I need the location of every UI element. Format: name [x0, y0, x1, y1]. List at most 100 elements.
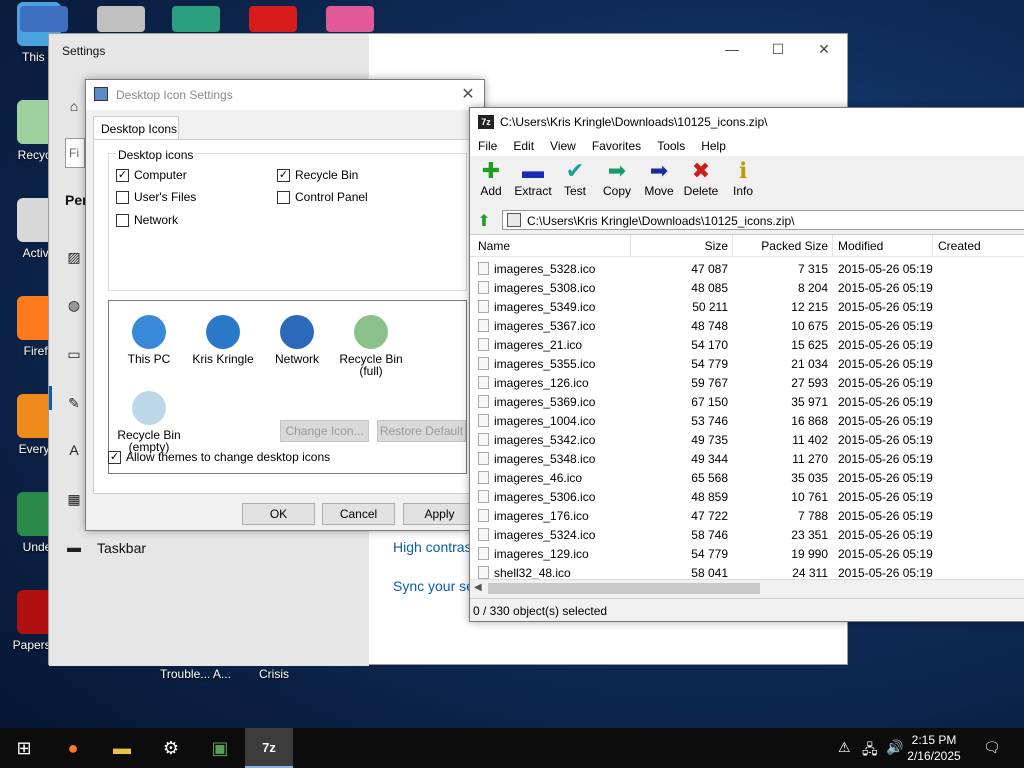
desktop-label-trouble[interactable]: Trouble... A...	[160, 667, 231, 681]
menu-item-help[interactable]: Help	[693, 136, 734, 156]
network-icon[interactable]: 🖧	[862, 739, 878, 763]
icon-list-item[interactable]: Recycle Bin (empty)	[109, 391, 189, 453]
minimize-button[interactable]: —	[709, 34, 755, 64]
desktop-app-icon[interactable]	[172, 6, 220, 32]
colors-icon[interactable]: ◍	[65, 297, 83, 315]
menu-item-tools[interactable]: Tools	[649, 136, 693, 156]
file-packed-size: 10 675	[791, 319, 828, 333]
sync-settings-link[interactable]: Sync your se	[393, 578, 474, 594]
clock[interactable]: 2:15 PM 2/16/2025	[904, 732, 964, 764]
settings-gear-icon[interactable]: ⚙	[147, 728, 195, 768]
table-row[interactable]: imageres_5324.ico 58 746 23 351 2015-05-26 …	[470, 525, 1024, 544]
checkbox-users-files-box[interactable]	[116, 190, 129, 204]
checkbox-recycle-bin-box[interactable]: ✓	[277, 168, 290, 182]
icon-list-item[interactable]: Network	[257, 315, 337, 365]
lock-screen-icon[interactable]: ▭	[65, 346, 83, 364]
horizontal-scrollbar[interactable]: ◀	[470, 579, 1024, 596]
checkbox-recycle-bin[interactable]: ✓ Recycle Bin	[277, 168, 358, 182]
table-row[interactable]: imageres_46.ico 65 568 35 035 2015-05-26 05…	[470, 468, 1024, 487]
toolbar-move-button[interactable]: ➡ Move	[636, 158, 682, 198]
table-row[interactable]: imageres_126.ico 59 767 27 593 2015-05-26 0…	[470, 373, 1024, 392]
desktop-app-icon[interactable]	[326, 6, 374, 32]
checkbox-computer[interactable]: ✓ Computer	[116, 168, 187, 182]
icon-list-item[interactable]: Kris Kringle	[183, 315, 263, 365]
taskbar-icon[interactable]: ▬	[65, 539, 83, 557]
fonts-icon[interactable]: A	[65, 442, 83, 460]
table-row[interactable]: imageres_5342.ico 49 735 11 402 2015-05-26 …	[470, 430, 1024, 449]
file-explorer-icon[interactable]: ▬	[98, 728, 146, 768]
apply-button[interactable]: Apply	[403, 503, 476, 525]
table-row[interactable]: imageres_5355.ico 54 779 21 034 2015-05-26 …	[470, 354, 1024, 373]
toolbar-extract-button[interactable]: ▬ Extract	[510, 158, 556, 198]
table-row[interactable]: imageres_5308.ico 48 085 8 204 2015-05-26 0…	[470, 278, 1024, 297]
desktop-app-icon[interactable]	[97, 6, 145, 32]
desktop-app-icon[interactable]	[20, 6, 68, 32]
menu-item-view[interactable]: View	[542, 136, 584, 156]
file-packed-size: 11 402	[792, 433, 828, 447]
desktop-label-crisis[interactable]: Crisis	[259, 667, 289, 681]
checkbox-network-box[interactable]	[116, 213, 129, 227]
high-contrast-link[interactable]: High contras	[393, 539, 472, 555]
firefox-icon[interactable]: ●	[49, 728, 97, 768]
toolbar-test-button[interactable]: ✔ Test	[552, 158, 598, 198]
table-row[interactable]: imageres_5369.ico 67 150 35 971 2015-05-26 …	[470, 392, 1024, 411]
ok-button[interactable]: OK	[242, 503, 315, 525]
icon-list-item[interactable]: Recycle Bin (full)	[331, 315, 411, 377]
checkbox-allow-themes-box[interactable]: ✓	[108, 450, 121, 464]
up-folder-icon[interactable]: ⬆	[474, 211, 494, 230]
menu-item-favorites[interactable]: Favorites	[584, 136, 649, 156]
table-row[interactable]: imageres_176.ico 47 722 7 788 2015-05-26 05…	[470, 506, 1024, 525]
scroll-left-icon[interactable]: ◀	[474, 582, 482, 593]
checkbox-control-panel-box[interactable]	[277, 190, 290, 204]
themes-icon[interactable]: ✎	[65, 395, 83, 413]
table-row[interactable]: imageres_129.ico 54 779 19 990 2015-05-26 0…	[470, 544, 1024, 563]
maximize-button[interactable]: ☐	[755, 34, 801, 64]
toolbar-info-button[interactable]: ℹ Info	[720, 158, 766, 198]
column-name[interactable]: Name	[478, 239, 510, 253]
column-size[interactable]: Size	[670, 239, 728, 253]
checkbox-control-panel[interactable]: Control Panel	[277, 190, 368, 204]
table-row[interactable]: imageres_5349.ico 50 211 12 215 2015-05-26 …	[470, 297, 1024, 316]
menu-item-file[interactable]: File	[470, 136, 505, 156]
dialog-close-button[interactable]: ✕	[458, 84, 478, 104]
menu-item-edit[interactable]: Edit	[505, 136, 542, 156]
column-packed-size[interactable]: Packed Size	[740, 239, 828, 253]
table-row[interactable]: imageres_5367.ico 48 748 10 675 2015-05-26 …	[470, 316, 1024, 335]
address-input[interactable]: C:\Users\Kris Kringle\Downloads\10125_ic…	[502, 210, 1024, 230]
table-row[interactable]: imageres_5328.ico 47 087 7 315 2015-05-26 0…	[470, 259, 1024, 278]
toolbar-copy-button[interactable]: ➡ Copy	[594, 158, 640, 198]
sidebar-item-taskbar[interactable]: Taskbar	[97, 540, 146, 556]
file-modified: 2015-05-26 05:19	[838, 395, 933, 409]
background-icon[interactable]: ▨	[65, 249, 83, 267]
toolbar-delete-button[interactable]: ✖ Delete	[678, 158, 724, 198]
start-icon[interactable]: ▦	[65, 491, 83, 509]
7zip-icon[interactable]: 7z	[245, 728, 293, 768]
scrollbar-thumb[interactable]	[488, 583, 760, 594]
tab-desktop-icons[interactable]: Desktop Icons	[93, 116, 179, 140]
column-modified[interactable]: Modified	[838, 239, 883, 253]
table-row[interactable]: imageres_21.ico 54 170 15 625 2015-05-26 05…	[470, 335, 1024, 354]
file-packed-size: 16 868	[791, 414, 828, 428]
close-button[interactable]: ✕	[801, 34, 847, 64]
security-warning-icon[interactable]: ⚠	[838, 739, 851, 756]
checkbox-allow-themes[interactable]: ✓ Allow themes to change desktop icons	[108, 450, 330, 464]
settings-search-input[interactable]: Fi	[65, 138, 85, 168]
desktop-app-icon[interactable]	[249, 6, 297, 32]
volume-icon[interactable]: 🔊	[886, 739, 903, 756]
checkbox-users-files[interactable]: User's Files	[116, 190, 196, 204]
change-icon-button[interactable]: Change Icon...	[280, 420, 369, 442]
checkbox-computer-box[interactable]: ✓	[116, 168, 129, 182]
toolbar-add-button[interactable]: ✚ Add	[468, 158, 514, 198]
home-icon[interactable]: ⌂	[65, 98, 83, 116]
icon-list-item[interactable]: This PC	[109, 315, 189, 365]
column-created[interactable]: Created	[938, 239, 981, 253]
control-panel-icon[interactable]: ▣	[196, 728, 244, 768]
notifications-icon[interactable]: 🗨	[983, 739, 1001, 756]
table-row[interactable]: imageres_5348.ico 49 344 11 270 2015-05-26 …	[470, 449, 1024, 468]
windows-start-icon[interactable]: ⊞	[0, 728, 48, 768]
table-row[interactable]: imageres_5306.ico 48 859 10 761 2015-05-26 …	[470, 487, 1024, 506]
table-row[interactable]: imageres_1004.ico 53 746 16 868 2015-05-26 …	[470, 411, 1024, 430]
checkbox-network[interactable]: Network	[116, 213, 178, 227]
cancel-button[interactable]: Cancel	[322, 503, 395, 525]
restore-default-button[interactable]: Restore Default	[377, 420, 466, 442]
